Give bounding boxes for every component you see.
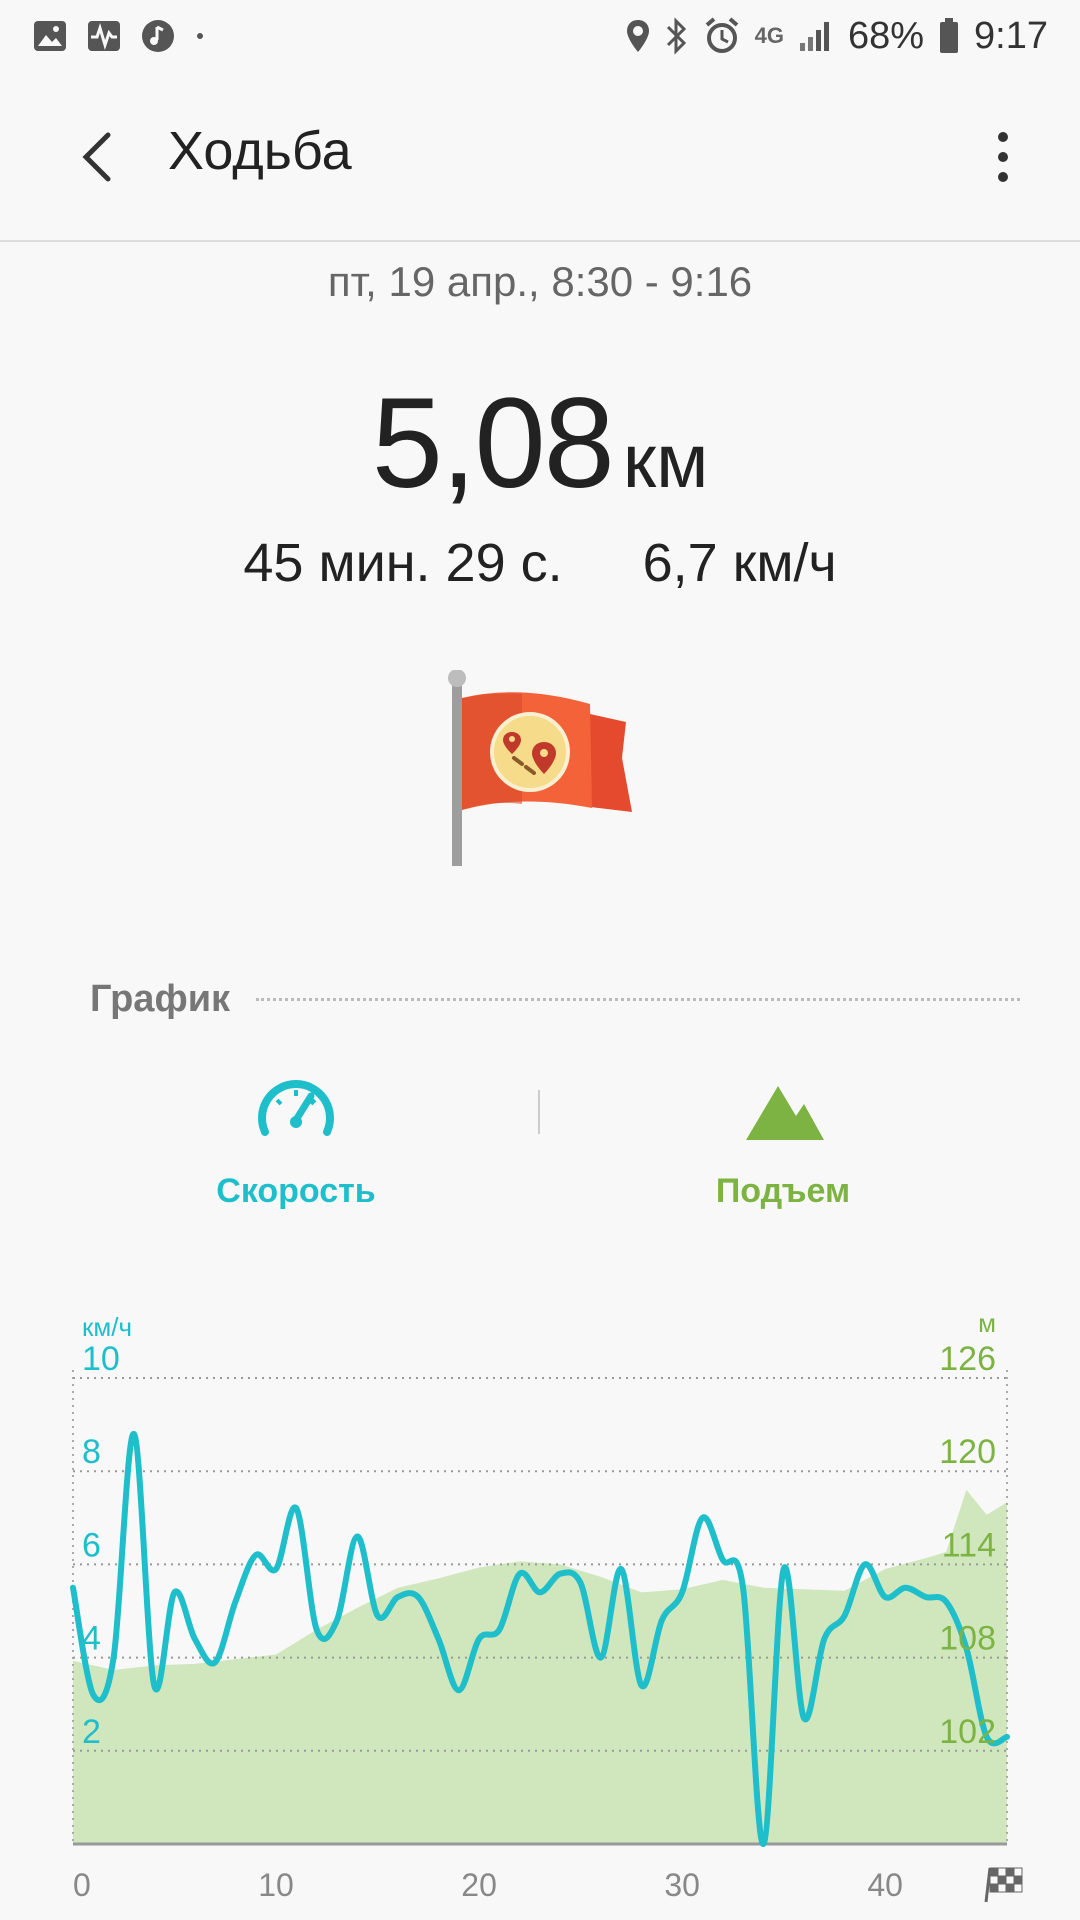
signal-icon	[799, 22, 829, 51]
speedometer-icon	[258, 1080, 334, 1136]
right-tick-label: 126	[939, 1340, 996, 1378]
left-tick-label: 2	[82, 1713, 101, 1751]
alarm-icon	[705, 17, 738, 53]
status-time: 9:17	[974, 14, 1048, 57]
route-flag-icon	[448, 670, 632, 866]
left-tick-label: 8	[82, 1433, 101, 1471]
tab-speed[interactable]: Скорость	[96, 1070, 496, 1211]
left-tick-label: 4	[82, 1620, 101, 1658]
back-arrow-icon[interactable]	[70, 127, 130, 187]
section-divider	[256, 998, 1020, 1001]
tab-divider	[538, 1090, 540, 1134]
duration-value: 45 мин. 29 с.	[243, 533, 563, 593]
status-left	[32, 18, 206, 54]
right-tick-label: 102	[939, 1713, 996, 1751]
right-unit-label: м	[978, 1308, 996, 1338]
tab-elevation-label: Подъем	[715, 1172, 851, 1210]
speed-elevation-chart: км/ч м 10 8 6 4 2 126 120 114 108 102 0 10 20 30 40	[0, 1300, 1080, 1920]
tab-speed-label: Скорость	[216, 1172, 376, 1210]
stats-row: 45 мин. 29 с. 6,7 км/ч	[0, 532, 1080, 594]
network-type: 4G	[754, 23, 784, 48]
left-tick-label: 10	[82, 1340, 120, 1378]
health-icon	[88, 21, 120, 51]
more-options-icon[interactable]	[988, 127, 1018, 187]
battery-icon	[940, 18, 959, 53]
elevation-area	[73, 1489, 1007, 1844]
dot-icon	[197, 33, 203, 39]
music-icon	[142, 20, 174, 52]
x-tick-label: 20	[461, 1867, 497, 1903]
left-unit-label: км/ч	[82, 1312, 132, 1342]
gallery-icon	[34, 21, 66, 51]
left-tick-label: 6	[82, 1526, 101, 1564]
right-tick-label: 114	[942, 1526, 996, 1564]
x-tick-label: 0	[73, 1867, 91, 1903]
graph-section-header: График	[90, 978, 1020, 1021]
bluetooth-icon	[666, 17, 686, 55]
distance-unit: км	[622, 419, 709, 504]
page-title: Ходьба	[168, 121, 352, 181]
right-tick-label: 108	[939, 1620, 996, 1658]
avg-speed-value: 6,7 км/ч	[642, 533, 837, 593]
graph-tabs: Скорость Подъем	[0, 1070, 1080, 1230]
x-tick-label: 10	[258, 1867, 294, 1903]
workout-date-range: пт, 19 апр., 8:30 - 9:16	[327, 258, 753, 305]
tab-elevation[interactable]: Подъем	[583, 1070, 983, 1211]
status-right: 4G 68% 9:17	[625, 15, 1048, 58]
right-tick-label: 120	[939, 1433, 996, 1471]
finish-flag-icon	[984, 1867, 1023, 1903]
mountain-icon	[746, 1086, 824, 1140]
location-icon	[626, 20, 649, 52]
app-bar: Ходьба	[0, 72, 1080, 242]
x-tick-label: 40	[867, 1867, 903, 1903]
x-tick-label: 30	[664, 1867, 700, 1903]
chart-svg: км/ч м1086421261201141081020 10 20 30 40	[70, 1308, 1023, 1903]
status-bar: 4G 68% 9:17	[0, 0, 1080, 72]
distance-display: 5,08 км	[0, 370, 1080, 517]
graph-section-title: График	[90, 978, 231, 1020]
battery-percent: 68%	[847, 14, 925, 57]
distance-value: 5,08	[371, 372, 615, 515]
